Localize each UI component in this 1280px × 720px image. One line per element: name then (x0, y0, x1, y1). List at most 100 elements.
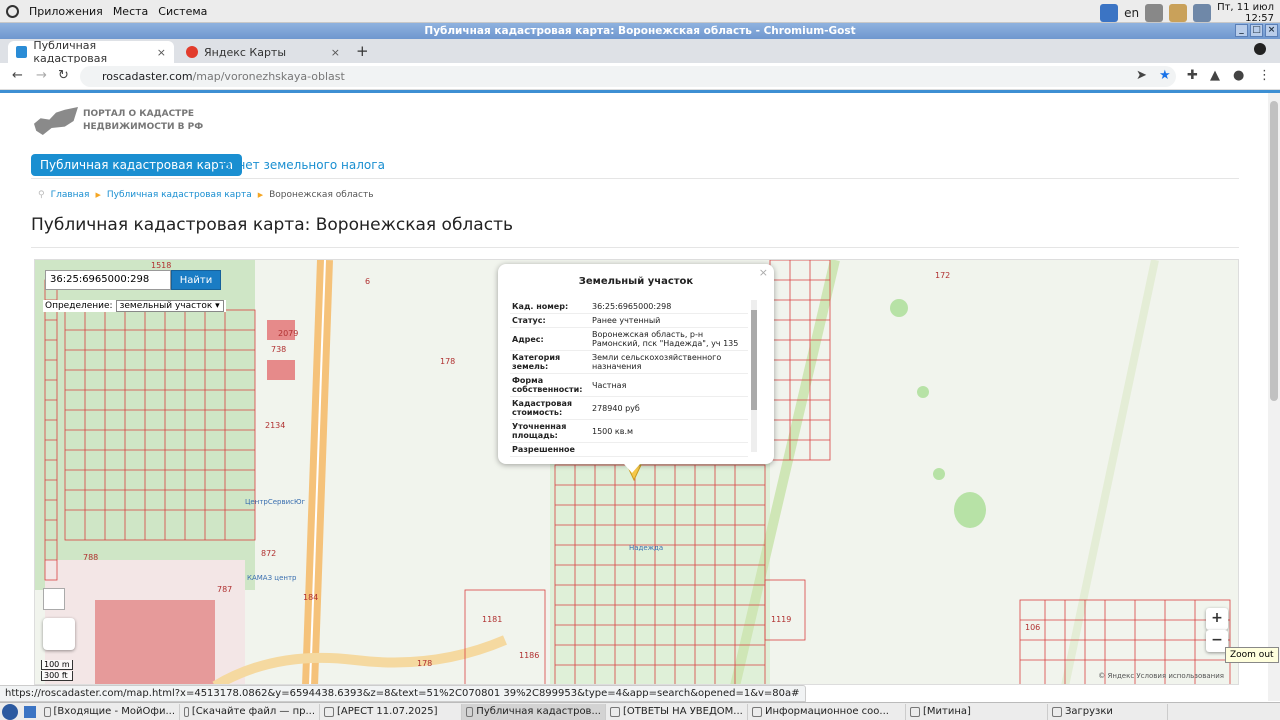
map-poi-label: Надежда (629, 544, 663, 552)
definition-row: Определение: земельный участок ▾ (43, 300, 226, 312)
breadcrumb-home[interactable]: Главная (51, 190, 90, 200)
system-logo-icon[interactable] (6, 4, 19, 18)
menu-system[interactable]: Система (158, 5, 207, 18)
profile-icon[interactable]: ● (1233, 68, 1244, 83)
site-logo[interactable]: ПОРТАЛ О КАДАСТРЕ НЕДВИЖИМОСТИ В РФ (34, 107, 203, 135)
bookmark-star-icon[interactable]: ★ (1159, 68, 1171, 83)
map-building (95, 600, 215, 684)
nav-land-tax[interactable]: Расчет земельного налога (208, 154, 394, 176)
tab-yandex-maps[interactable]: Яндекс Карты × (178, 41, 348, 63)
tab-cadastral[interactable]: Публичная кадастровая × (8, 39, 174, 65)
taskbar: [Входящие - МойОфи... [Скачайте файл — п… (0, 702, 1280, 720)
cadastral-number-input[interactable]: 36:25:6965000:298 (45, 270, 171, 290)
window-icon (610, 706, 620, 717)
menu-kebab-icon[interactable]: ⋮ (1258, 68, 1271, 83)
back-icon[interactable]: ← (12, 68, 23, 83)
close-window-icon[interactable]: × (1265, 24, 1278, 37)
page-scrollbar-thumb[interactable] (1270, 101, 1278, 401)
display-icon[interactable] (1193, 4, 1212, 22)
field-value: Частная (590, 373, 748, 397)
map-tree (954, 492, 986, 528)
map-label: 172 (935, 271, 950, 280)
page-scrollbar[interactable] (1268, 93, 1280, 701)
maximize-icon[interactable]: □ (1250, 24, 1263, 37)
tab-label: Публичная кадастровая (33, 39, 108, 65)
map-label: 106 (1025, 623, 1040, 632)
parcel-info-popup: Земельный участок × Кад. номер: 36:25:696… (498, 264, 774, 473)
field-label: Кад. номер: (510, 300, 590, 314)
close-popup-icon[interactable]: × (759, 266, 768, 279)
clock[interactable]: Пт, 11 июл 12:57 (1217, 2, 1274, 24)
divider (31, 247, 1239, 248)
taskbar-item[interactable]: [ОТВЕТЫ НА УВЕДОМ... (606, 703, 748, 720)
system-tray: en Пт, 11 июл 12:57 (1100, 2, 1274, 24)
fullscreen-icon[interactable] (43, 588, 65, 610)
taskbar-item[interactable]: [АРЕСТ 11.07.2025] (320, 703, 462, 720)
field-value: Ранее учтенный (590, 313, 748, 328)
start-menu-icon[interactable] (2, 703, 18, 720)
menu-applications[interactable]: Приложения (29, 5, 103, 18)
tab-search-icon[interactable] (1254, 43, 1266, 55)
show-desktop-icon[interactable] (24, 705, 36, 718)
lang-indicator[interactable]: en (1124, 6, 1139, 20)
taskbar-item-active[interactable]: Публичная кадастров... (462, 703, 606, 720)
layers-icon[interactable] (43, 618, 75, 650)
popup-scrollbar-thumb[interactable] (751, 310, 757, 410)
pin-icon[interactable]: ▲ (1210, 68, 1220, 83)
forward-icon[interactable]: → (36, 68, 47, 83)
url-field[interactable]: roscadaster.com/map/voronezhskaya-oblast (80, 66, 1176, 87)
breadcrumb-map[interactable]: Публичная кадастровая карта (107, 190, 252, 200)
extensions-icon[interactable]: ✚ (1187, 68, 1198, 83)
definition-select[interactable]: земельный участок ▾ (115, 300, 224, 312)
taskbar-item[interactable]: [Входящие - МойОфи... (40, 703, 180, 720)
field-value: Земли сельскохозяйственного назначения (590, 350, 748, 374)
map-tree (933, 468, 945, 480)
field-label: Категория земель: (510, 350, 590, 374)
map-copyright[interactable]: © Яндекс Условия использования (1098, 672, 1224, 680)
network-icon[interactable] (1145, 4, 1164, 22)
map-scale: 100 m 300 ft (41, 660, 73, 682)
url-host: roscadaster.com (102, 70, 193, 83)
search-button[interactable]: Найти (171, 270, 221, 290)
cadastral-favicon-icon (16, 46, 28, 58)
zoom-in-button[interactable]: + (1206, 608, 1228, 630)
taskbar-item[interactable]: Информационное соо... (748, 703, 906, 720)
address-bar: ← → ↻ roscadaster.com/map/voronezhskaya-… (0, 63, 1280, 90)
taskbar-item[interactable]: Загрузки (1048, 703, 1168, 720)
new-tab-icon[interactable]: + (356, 42, 369, 60)
close-tab-icon[interactable]: × (331, 46, 340, 59)
taskbar-item-label: [Скачайте файл — пр... (191, 705, 315, 717)
close-tab-icon[interactable]: × (157, 46, 166, 59)
russia-map-icon (34, 107, 78, 135)
map-search: 36:25:6965000:298 Найти (45, 270, 221, 290)
popup-scrollbar[interactable] (751, 300, 757, 452)
map-poi-label: КАМАЗ центр (247, 574, 297, 582)
menu-places[interactable]: Места (113, 5, 148, 18)
site-nav: Публичная кадастровая карта Расчет земел… (31, 154, 1239, 179)
logo-line1: ПОРТАЛ О КАДАСТРЕ (83, 109, 195, 119)
table-row: Разрешенное (510, 442, 748, 457)
field-label: Кадастровая стоимость: (510, 396, 590, 420)
location-pin-icon: ⚲ (38, 190, 45, 200)
breadcrumb-separator-icon: ▶ (257, 191, 264, 199)
map-label: 184 (303, 593, 318, 602)
parcel-info-table: Кад. номер: 36:25:6965000:298 Статус: Ране… (510, 300, 748, 457)
cadastral-map[interactable]: 172 178 2134 738 2079 788 787 872 1186 1… (34, 259, 1239, 685)
files-icon[interactable] (1169, 4, 1188, 22)
page-title: Публичная кадастровая карта: Воронежская… (31, 215, 513, 235)
reload-icon[interactable]: ↻ (58, 68, 69, 83)
window-icon (44, 706, 51, 717)
send-icon[interactable]: ➤ (1136, 68, 1147, 83)
map-label: 872 (261, 549, 276, 558)
minimize-icon[interactable]: _ (1235, 24, 1248, 37)
taskbar-item-label: [АРЕСТ 11.07.2025] (337, 705, 438, 717)
map-label: 788 (83, 553, 98, 562)
map-label: 2079 (278, 329, 298, 338)
taskbar-item[interactable]: [Скачайте файл — пр... (180, 703, 320, 720)
window-titlebar: Публичная кадастровая карта: Воронежская… (0, 23, 1280, 39)
taskbar-item[interactable]: [Митина] (906, 703, 1048, 720)
table-row: Уточненная площадь: 1500 кв.м (510, 419, 748, 443)
gosuslugi-icon[interactable] (1100, 4, 1119, 22)
map-label: 1181 (482, 615, 502, 624)
map-label: 178 (440, 357, 455, 366)
